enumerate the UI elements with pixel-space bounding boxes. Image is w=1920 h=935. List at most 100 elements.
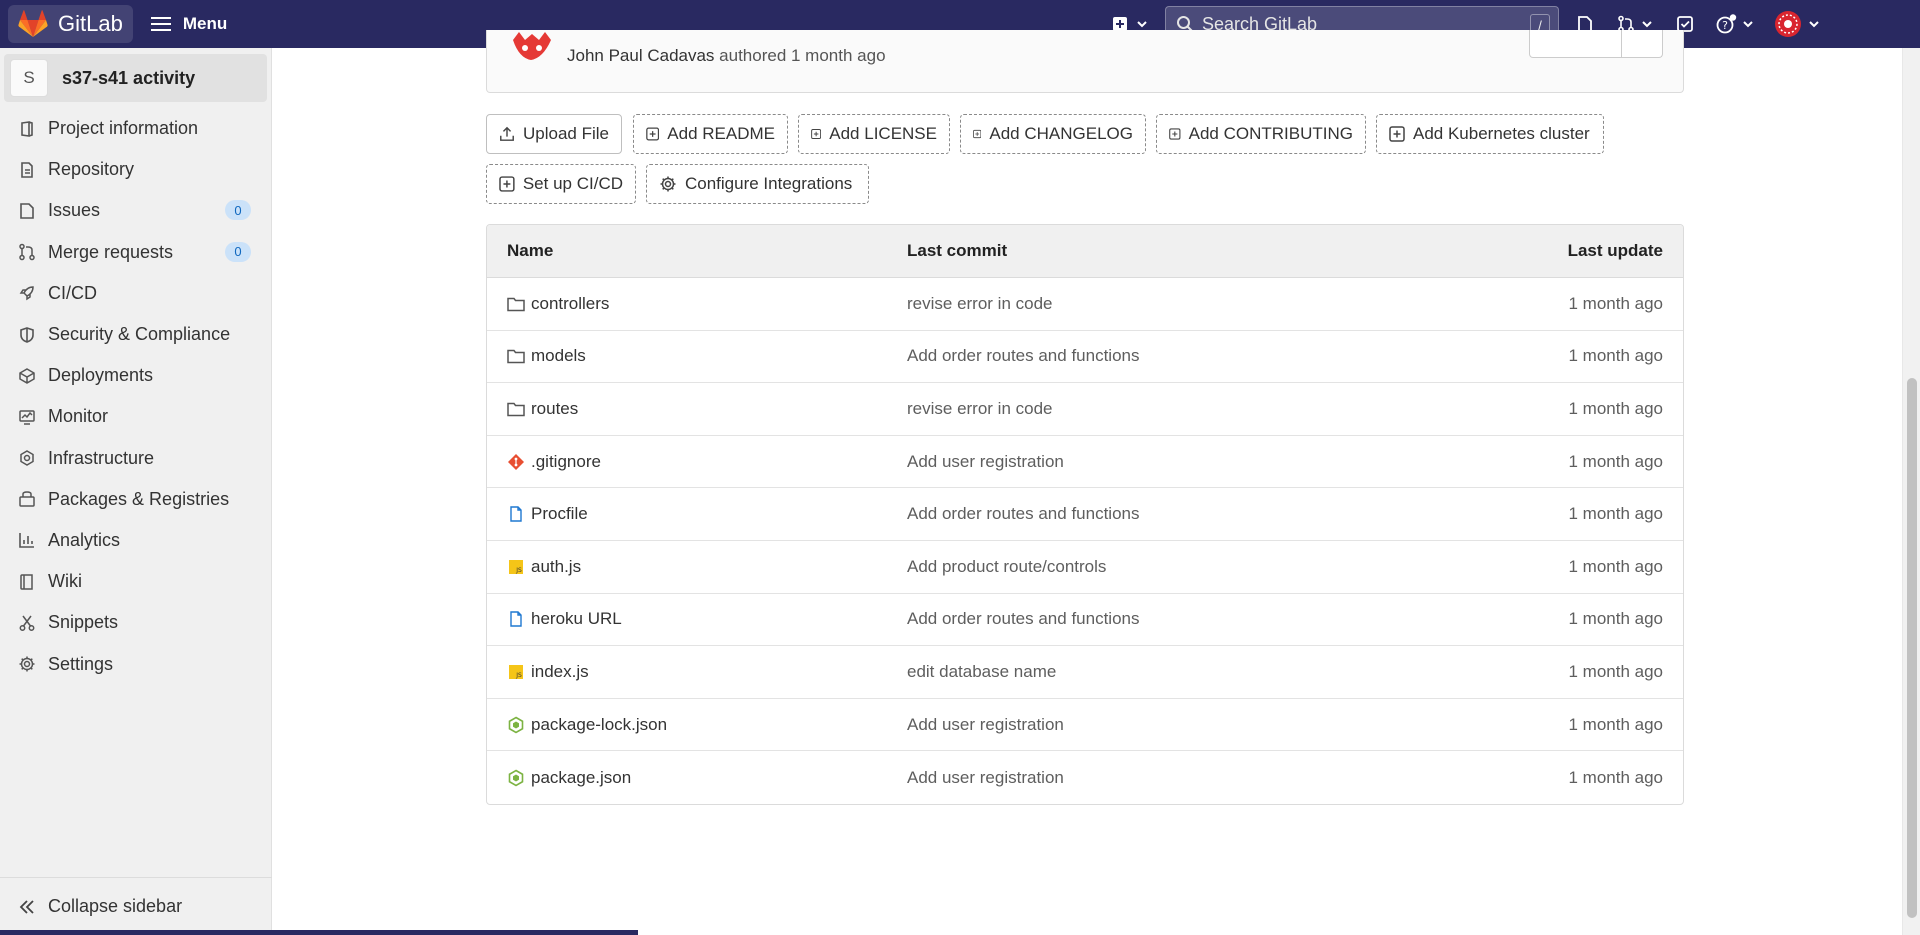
last-commit-link[interactable]: Add order routes and functions — [907, 609, 1139, 629]
file-name-link[interactable]: routes — [531, 399, 578, 419]
upload-icon — [500, 126, 514, 141]
sidebar-item-packages-registries[interactable]: Packages & Registries — [0, 479, 271, 520]
file-name-link[interactable]: Procfile — [531, 504, 588, 524]
table-row[interactable]: models Add order routes and functions 1 mo… — [487, 331, 1683, 384]
last-commit-link[interactable]: Add product route/controls — [907, 557, 1106, 577]
sidebar-item-label: Repository — [48, 159, 135, 180]
last-commit-link[interactable]: edit database name — [907, 662, 1056, 682]
file-name-link[interactable]: .gitignore — [531, 452, 601, 472]
sidebar-item-issues[interactable]: Issues 0 — [0, 190, 271, 231]
file-name-link[interactable]: heroku URL — [531, 609, 622, 629]
last-commit-link[interactable]: Add user registration — [907, 452, 1064, 472]
project-icon — [21, 120, 33, 137]
merge-requests-count-badge: 0 — [225, 241, 251, 262]
menu-label: Menu — [182, 14, 228, 33]
file-name-link[interactable]: controllers — [531, 294, 609, 314]
gitlab-home-link[interactable]: GitLab — [8, 5, 133, 43]
table-row[interactable]: JS index.js edit database name 1 month ago — [487, 646, 1683, 699]
table-row[interactable]: .gitignore Add user registration 1 month a… — [487, 436, 1683, 489]
sidebar-item-label: Wiki — [48, 571, 82, 592]
configure-integrations-button[interactable]: Configure Integrations — [646, 164, 869, 204]
file-name-cell[interactable]: controllers — [507, 294, 609, 314]
file-name-cell[interactable]: .gitignore — [507, 452, 601, 472]
set-up-ci-cd-button[interactable]: Set up CI/CD — [486, 164, 636, 204]
last-update-time: 1 month ago — [1568, 293, 1663, 313]
brand-name: GitLab — [58, 11, 123, 36]
table-row[interactable]: controllers revise error in code 1 month a… — [487, 278, 1683, 331]
table-row[interactable]: package.json Add user registration 1 month… — [487, 751, 1683, 804]
sidebar-item-label: Project information — [48, 118, 199, 139]
file-name-link[interactable]: package.json — [531, 768, 631, 788]
upload-file-button[interactable]: Upload File — [486, 114, 622, 154]
column-header-last-commit: Last commit — [907, 241, 1008, 260]
commit-author-link[interactable]: John Paul Cadavas — [567, 46, 714, 65]
collapse-sidebar-label: Collapse sidebar — [48, 896, 183, 916]
last-commit-link[interactable]: Add order routes and functions — [907, 346, 1139, 366]
sidebar-item-label: Monitor — [48, 406, 109, 427]
collapse-sidebar-button[interactable]: Collapse sidebar — [0, 877, 272, 935]
sidebar-item-ci-cd[interactable]: CI/CD — [0, 273, 271, 314]
page-scrollbar[interactable] — [1902, 48, 1920, 935]
commit-sha-button-group[interactable] — [1529, 30, 1663, 58]
file-name-cell[interactable]: Procfile — [507, 504, 588, 524]
scissors-icon — [19, 615, 35, 631]
table-row[interactable]: heroku URL Add order routes and functions… — [487, 594, 1683, 647]
add-kubernetes-cluster-button[interactable]: Add Kubernetes cluster — [1376, 114, 1604, 154]
menu-button[interactable]: Menu — [150, 13, 228, 35]
file-name-cell[interactable]: JS index.js — [507, 662, 589, 682]
add-readme-button[interactable]: Add README — [633, 114, 788, 154]
author-avatar[interactable] — [511, 30, 553, 64]
package-icon — [19, 491, 35, 508]
plus-square-icon — [973, 129, 982, 139]
last-commit-link[interactable]: Add user registration — [907, 715, 1064, 735]
sidebar-item-settings[interactable]: Settings — [0, 643, 271, 684]
help-dropdown[interactable]: ? — [1706, 0, 1764, 48]
sidebar-item-label: Analytics — [48, 529, 121, 550]
last-commit-link[interactable]: revise error in code — [907, 399, 1053, 419]
file-name-link[interactable]: models — [531, 346, 586, 366]
file-name-cell[interactable]: JS auth.js — [507, 557, 581, 577]
sidebar-item-repository[interactable]: Repository — [0, 149, 271, 190]
table-row[interactable]: JS auth.js Add product route/controls 1 mon… — [487, 541, 1683, 594]
last-commit-link[interactable]: Add user registration — [907, 768, 1064, 788]
table-row[interactable]: package-lock.json Add user registration 1 … — [487, 699, 1683, 752]
file-name-cell[interactable]: routes — [507, 399, 578, 419]
javascript-icon: JS — [509, 559, 523, 574]
set-up-ci-cd-label: Set up CI/CD — [522, 174, 623, 193]
add-changelog-button[interactable]: Add CHANGELOG — [960, 114, 1146, 154]
file-name-link[interactable]: index.js — [531, 662, 589, 682]
file-name-link[interactable]: auth.js — [531, 557, 581, 577]
nodejs-icon — [508, 769, 524, 787]
plus-square-icon — [1389, 126, 1405, 142]
sidebar-item-merge-requests[interactable]: Merge requests 0 — [0, 232, 271, 273]
table-row[interactable]: Procfile Add order routes and functions 1 … — [487, 488, 1683, 541]
doc-icon — [21, 161, 33, 178]
table-row[interactable]: routes revise error in code 1 month ago — [487, 383, 1683, 436]
file-name-cell[interactable]: package-lock.json — [507, 715, 667, 735]
file-name-link[interactable]: package-lock.json — [531, 715, 667, 735]
scrollbar-thumb[interactable] — [1907, 378, 1917, 918]
sidebar-item-wiki[interactable]: Wiki — [0, 561, 271, 602]
sidebar-item-snippets[interactable]: Snippets — [0, 602, 271, 643]
file-name-cell[interactable]: package.json — [507, 768, 631, 788]
sidebar-item-label: Deployments — [48, 365, 154, 386]
last-update-time: 1 month ago — [1568, 556, 1663, 576]
user-menu-dropdown[interactable] — [1764, 0, 1830, 48]
sidebar-item-monitor[interactable]: Monitor — [0, 396, 271, 437]
add-contributing-button[interactable]: Add CONTRIBUTING — [1156, 114, 1366, 154]
sidebar-item-infrastructure[interactable]: Infrastructure — [0, 438, 271, 479]
file-name-cell[interactable]: models — [507, 346, 586, 366]
last-commit-link[interactable]: revise error in code — [907, 294, 1053, 314]
last-update-time: 1 month ago — [1568, 714, 1663, 734]
project-avatar: S — [10, 59, 48, 97]
project-context-header[interactable]: S s37-s41 activity — [4, 54, 267, 102]
sidebar-item-deployments[interactable]: Deployments — [0, 355, 271, 396]
last-commit-link[interactable]: Add order routes and functions — [907, 504, 1139, 524]
file-name-cell[interactable]: heroku URL — [507, 609, 622, 629]
shield-icon — [20, 326, 34, 343]
sidebar-item-analytics[interactable]: Analytics — [0, 520, 271, 561]
add-license-button[interactable]: Add LICENSE — [798, 114, 950, 154]
sidebar-item-security-compliance[interactable]: Security & Compliance — [0, 314, 271, 355]
sidebar-item-project-information[interactable]: Project information — [0, 108, 271, 149]
commit-authored-time: authored 1 month ago — [719, 46, 886, 65]
